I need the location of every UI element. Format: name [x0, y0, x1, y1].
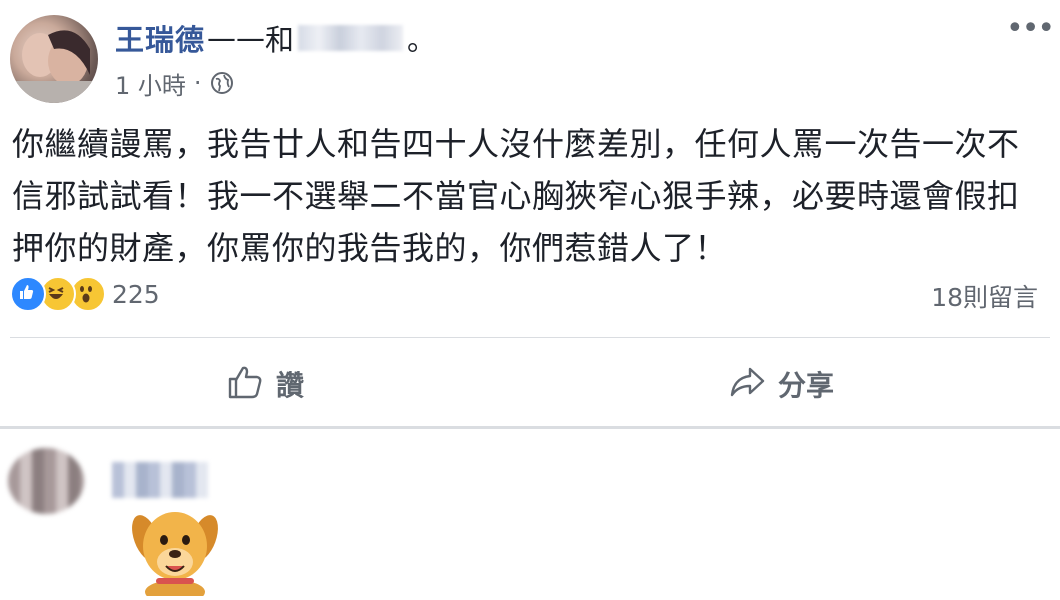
reaction-count: 225 [112, 279, 160, 309]
share-button-label: 分享 [778, 369, 835, 402]
post-body-text: 你繼續謾罵，我告廿人和告四十人沒什麼差別，任何人罵一次告一次不 信邪試試看！我一… [12, 125, 1020, 267]
like-button[interactable]: 讚 [226, 362, 304, 406]
dash-separator: —— [207, 21, 266, 55]
globe-icon[interactable] [210, 71, 234, 95]
divider [10, 337, 1050, 338]
comment-count-link[interactable]: 18則留言 [931, 278, 1038, 314]
more-options-icon: ••• [1006, 11, 1055, 46]
author-name-link[interactable]: 王瑞德 [115, 17, 205, 59]
post-timestamp[interactable]: 1 小時 [115, 66, 186, 101]
reaction-summary[interactable]: 225 [10, 276, 160, 312]
dog-sticker-image [120, 500, 230, 600]
facebook-post: 王瑞德 —— 和 。 ••• 1 小時 · 你繼續謾罵，我告廿人和告四十人沒什麼… [0, 0, 1060, 600]
section-divider [0, 426, 1060, 429]
post-meta: 1 小時 · [115, 66, 234, 100]
author-line: 王瑞德 —— 和 。 [115, 18, 436, 58]
thumbs-up-icon [226, 363, 264, 405]
post-action-bar: 讚 分享 [0, 348, 1060, 420]
more-options-button[interactable]: ••• [1006, 14, 1055, 48]
tagged-person-blurred[interactable] [298, 25, 404, 51]
share-arrow-icon [728, 363, 766, 405]
like-button-label: 讚 [276, 369, 305, 402]
meta-dot: · [193, 69, 202, 97]
period: 。 [407, 23, 437, 57]
author-avatar[interactable] [10, 15, 98, 103]
share-button[interactable]: 分享 [728, 362, 834, 406]
commenter-avatar-blurred[interactable] [8, 448, 84, 514]
like-reaction-icon [10, 276, 46, 312]
commenter-name-blurred[interactable] [112, 462, 208, 498]
with-label: 和 [265, 23, 295, 57]
